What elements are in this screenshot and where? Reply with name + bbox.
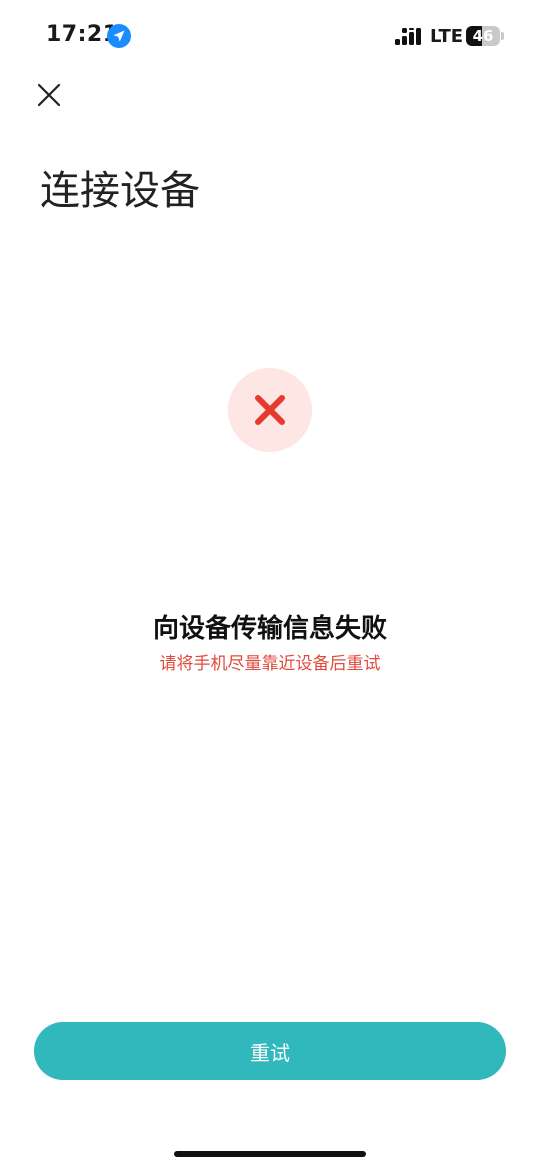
battery-icon: 46 xyxy=(466,26,500,46)
page-title: 连接设备 xyxy=(40,168,200,214)
signal-icon xyxy=(394,27,422,47)
error-x-icon xyxy=(255,395,285,425)
status-bar: 17:21 LTE 46 xyxy=(0,0,540,72)
error-hint: 请将手机尽量靠近设备后重试 xyxy=(159,654,381,674)
error-title: 向设备传输信息失败 xyxy=(152,614,387,644)
battery-level: 46 xyxy=(472,27,494,45)
close-icon xyxy=(37,83,61,107)
battery-cap xyxy=(501,32,504,40)
network-type: LTE xyxy=(430,26,464,47)
retry-button[interactable]: 重试 xyxy=(34,1022,506,1080)
location-arrow-icon xyxy=(107,24,131,48)
error-status-badge xyxy=(228,368,312,452)
close-button[interactable] xyxy=(34,80,64,110)
home-indicator[interactable] xyxy=(174,1151,366,1157)
